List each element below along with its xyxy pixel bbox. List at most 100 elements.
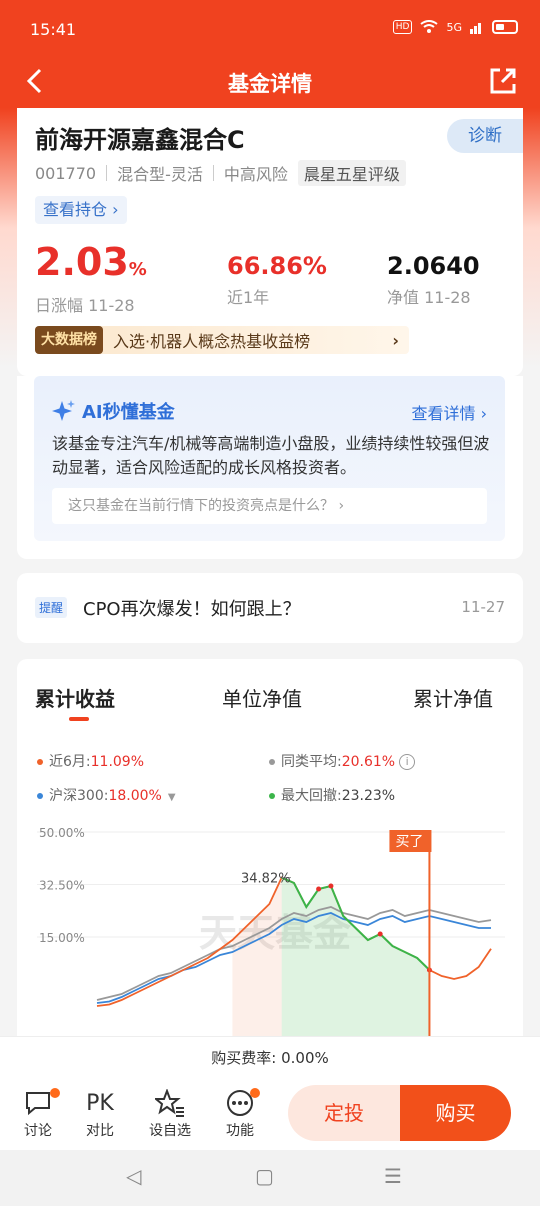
info-icon[interactable]: i [399, 754, 416, 770]
chevron-right-icon: › [392, 330, 399, 350]
ai-title: AI秒懂基金 [52, 398, 175, 424]
active-tab-indicator [69, 717, 89, 721]
legend-dot [37, 793, 43, 799]
daily-change-label: 日涨幅 11-28 [35, 296, 135, 315]
tab-unit-nav[interactable]: 单位净值 [222, 683, 302, 712]
functions-button[interactable]: 功能 [210, 1086, 270, 1140]
signal-icon [470, 23, 481, 34]
chat-bubble-icon [26, 1092, 50, 1116]
share-icon[interactable] [488, 66, 518, 96]
notification-dot [250, 1088, 260, 1098]
performance-chart-card: 累计收益 单位净值 累计净值 近6月:11.09% 同类平均:20.61% i 沪… [17, 659, 523, 1059]
fee-value: 0.00% [281, 1049, 329, 1067]
status-bar: 15:41 HD 5G [0, 0, 540, 58]
nav-value: 2.0640 [387, 252, 480, 280]
bottom-action-bar: 讨论 PK 对比 设自选 功能 定投 购买 [0, 1078, 540, 1150]
ranking-text: 入选·机器人概念热基收益榜 [113, 332, 311, 351]
legend-fund-value: 11.09% [90, 754, 145, 770]
fund-type: 混合型-灵活 [117, 165, 203, 184]
big-data-badge: 大数据榜 [35, 326, 103, 354]
news-headline: CPO再次爆发！如何跟上？ [83, 599, 301, 620]
legend-peer: 同类平均:20.61% i [269, 751, 416, 771]
tag-divider [106, 165, 108, 181]
legend-dot [37, 759, 43, 765]
legend-drawdown-label: 最大回撤: [281, 788, 342, 804]
dropdown-caret-icon: ▼ [167, 792, 176, 803]
legend-fund: 近6月:11.09% [37, 751, 144, 771]
system-nav-bar: ◁ ▢ ☰ [0, 1150, 540, 1206]
legend-hs300[interactable]: 沪深300:18.00% ▼ [37, 785, 176, 805]
trade-marker [377, 931, 383, 937]
fund-area [232, 877, 282, 1059]
ai-question-prompt[interactable]: 这只基金在当前行情下的投资亮点是什么？ › [52, 488, 487, 524]
page-title: 基金详情 [228, 72, 312, 96]
fund-summary-card: 前海开源嘉鑫混合C 诊断 001770 混合型-灵活 中高风险 晨星五星评级 查… [17, 108, 523, 376]
system-menu-icon[interactable]: ☰ [384, 1164, 402, 1188]
fee-label: 购买费率: [211, 1049, 277, 1067]
ai-summary-card: AI秒懂基金 查看详情 › 该基金专注汽车/机械等高端制造小盘股，业绩持续性较强… [17, 376, 523, 559]
fund-risk: 中高风险 [223, 165, 288, 184]
notification-dot [50, 1088, 60, 1098]
hd-icon: HD [392, 20, 413, 34]
year-return-metric: 66.86% 近1年 [227, 250, 327, 308]
tag-divider [212, 165, 214, 181]
trade-marker [316, 886, 322, 892]
y-tick-label: 15.00% [39, 931, 85, 945]
drawdown-area [281, 877, 430, 1059]
legend-hs300-label: 沪深300: [49, 788, 109, 804]
buy-button[interactable]: 购买 [400, 1085, 511, 1141]
view-holdings-link[interactable]: 查看持仓 › [35, 196, 127, 224]
add-watchlist-label: 设自选 [149, 1123, 191, 1139]
network-label: 5G [446, 20, 462, 34]
legend-peer-label: 同类平均: [281, 754, 342, 770]
legend-drawdown: 最大回撤:23.23% [269, 785, 395, 805]
performance-line-chart[interactable]: 50.00%32.50%15.00%天天基金34.82%买了 [17, 814, 523, 1059]
nav-metric: 2.0640 净值 11-28 [387, 250, 480, 308]
ranking-banner[interactable]: 大数据榜 入选·机器人概念热基收益榜 › [35, 326, 409, 354]
legend-dot [269, 759, 275, 765]
wifi-icon [420, 20, 439, 33]
tab-cumulative-return[interactable]: 累计收益 [35, 683, 115, 712]
ai-title-text: AI秒懂基金 [82, 402, 175, 423]
diagnose-button[interactable]: 诊断 [447, 119, 523, 153]
legend-fund-label: 近6月: [49, 754, 91, 770]
status-time: 15:41 [30, 20, 77, 39]
peak-label: 34.82% [241, 872, 291, 887]
fee-bar: 购买费率: 0.00% [0, 1036, 540, 1078]
daily-change-metric: 2.03% 日涨幅 11-28 [35, 242, 147, 316]
trade-marker [328, 883, 334, 889]
battery-icon [492, 20, 518, 34]
fund-tags: 001770 混合型-灵活 中高风险 晨星五星评级 [35, 160, 416, 186]
add-watchlist-button[interactable]: 设自选 [140, 1086, 200, 1140]
star-add-icon [155, 1089, 184, 1117]
year-return-label: 近1年 [227, 288, 270, 307]
legend-dot [269, 793, 275, 799]
fund-code: 001770 [35, 163, 97, 183]
ai-summary-panel: AI秒懂基金 查看详情 › 该基金专注汽车/机械等高端制造小盘股，业绩持续性较强… [34, 376, 505, 541]
news-date: 11-27 [461, 598, 505, 616]
y-tick-label: 50.00% [39, 826, 85, 840]
daily-change-value: 2.03 [35, 240, 129, 284]
compare-label: 对比 [86, 1123, 114, 1139]
nav-bar: 基金详情 [0, 58, 540, 108]
legend-drawdown-value: 23.23% [341, 788, 396, 804]
discuss-label: 讨论 [24, 1123, 52, 1139]
news-card[interactable]: 提醒 CPO再次爆发！如何跟上？ 11-27 [17, 573, 523, 643]
buy-label: 买了 [395, 834, 423, 850]
legend-hs300-value: 18.00% [108, 788, 162, 804]
compare-button[interactable]: PK 对比 [70, 1086, 130, 1140]
reminder-tag: 提醒 [35, 597, 68, 618]
system-back-icon[interactable]: ◁ [126, 1164, 141, 1188]
legend-peer-value: 20.61% [341, 754, 396, 770]
tab-cumulative-nav[interactable]: 累计净值 [413, 683, 493, 712]
system-home-icon[interactable]: ▢ [255, 1164, 274, 1188]
pk-icon: PK [86, 1090, 114, 1116]
fund-rating: 晨星五星评级 [297, 160, 406, 186]
ai-detail-link[interactable]: 查看详情 › [412, 400, 488, 424]
ai-description: 该基金专注汽车/机械等高端制造小盘股，业绩持续性较强但波动显著，适合风险适配的成… [52, 434, 490, 477]
discuss-button[interactable]: 讨论 [8, 1086, 68, 1140]
auto-invest-button[interactable]: 定投 [288, 1085, 400, 1141]
daily-change-unit: % [128, 259, 147, 280]
year-return-value: 66.86% [227, 252, 327, 280]
functions-label: 功能 [226, 1123, 254, 1139]
